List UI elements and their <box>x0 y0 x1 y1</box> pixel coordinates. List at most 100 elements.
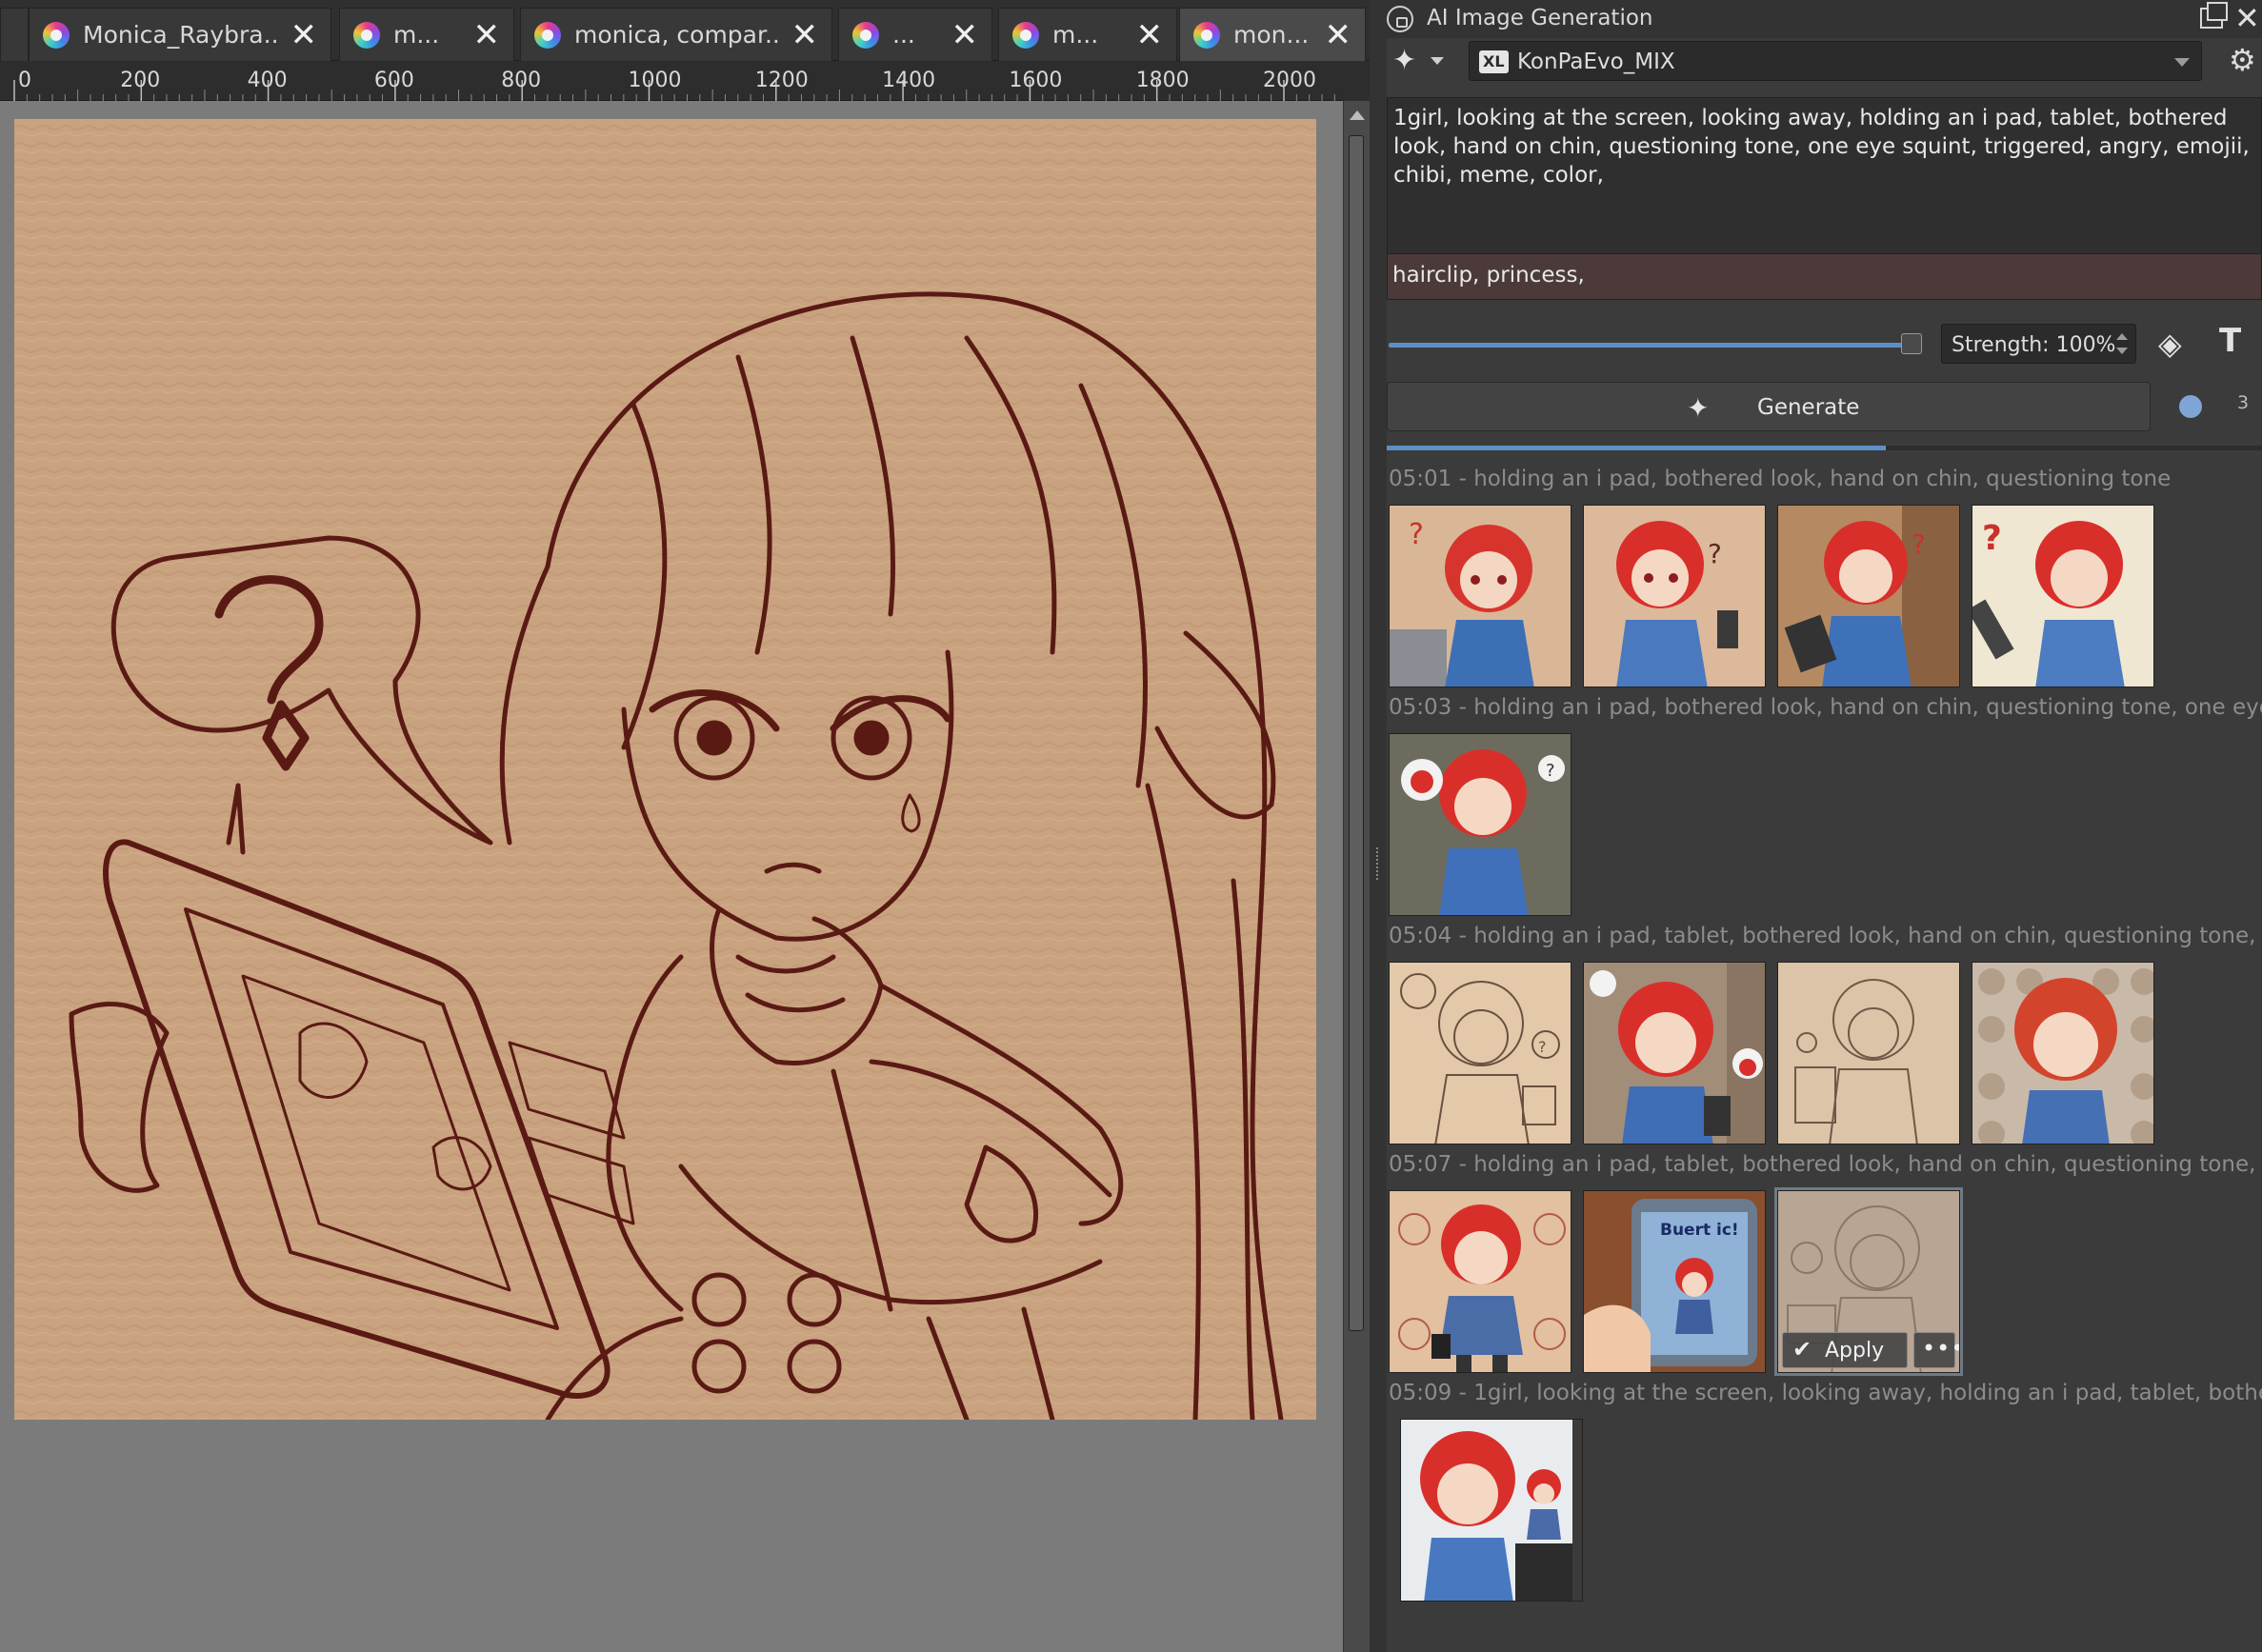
document-tab-1[interactable]: Monica_Raybra... ✕ <box>29 8 331 61</box>
lineart-illustration <box>14 119 1316 1420</box>
tab-label: mon... <box>1233 21 1310 49</box>
history-group-label: 05:01 - holding an i pad, bothered look,… <box>1389 467 2172 491</box>
svg-text:?: ? <box>1708 538 1722 569</box>
ruler-label: 600 <box>374 69 414 92</box>
splitter-grip[interactable] <box>1376 847 1380 880</box>
close-icon[interactable]: ✕ <box>290 19 318 51</box>
generated-image <box>1778 963 1959 1144</box>
krita-window: Monica_Raybra... ✕ m... ✕ monica, compar… <box>0 0 2262 1652</box>
history-thumbnail[interactable]: ? <box>1583 505 1766 687</box>
strength-slider-handle[interactable] <box>1901 333 1922 354</box>
magic-wand-icon: ✦ <box>1687 392 1710 424</box>
negative-prompt-input[interactable]: hairclip, princess, <box>1387 254 2262 300</box>
prompt-input[interactable]: 1girl, looking at the screen, looking aw… <box>1387 97 2262 254</box>
svg-text:?: ? <box>1409 518 1424 551</box>
generated-image: ? <box>1584 506 1765 687</box>
model-name: KonPaEvo_MIX <box>1517 50 1675 74</box>
document-tab-3[interactable]: monica, compar... ✕ <box>520 8 832 61</box>
svg-text:?: ? <box>1546 761 1555 781</box>
chevron-down-icon <box>2174 58 2190 67</box>
generate-button[interactable]: ✦ Generate <box>1387 382 2151 431</box>
svg-text:?: ? <box>1982 519 2002 558</box>
svg-text:?: ? <box>1912 528 1926 560</box>
generated-image: ? <box>1390 734 1571 915</box>
close-docker-icon[interactable]: ✕ <box>2234 0 2260 36</box>
checkmark-icon: ✔ <box>1792 1336 1812 1363</box>
krita-icon <box>1012 21 1039 49</box>
history-thumbnail[interactable]: ? <box>1389 733 1571 916</box>
queue-count[interactable]: 3 <box>2237 392 2249 413</box>
document-tab-6-active[interactable]: mon... ✕ <box>1179 8 1366 61</box>
history-thumbnail[interactable] <box>1583 962 1766 1144</box>
tab-label: ... <box>892 21 915 49</box>
document-area: Monica_Raybra... ✕ m... ✕ monica, compar… <box>0 0 1370 1652</box>
tab-label: monica, compar... <box>574 21 778 49</box>
history-thumbnail[interactable] <box>1400 1419 1583 1602</box>
scrollbar-thumb[interactable] <box>1349 135 1364 1331</box>
docker-title: AI Image Generation <box>1427 6 1653 30</box>
canvas-artwork[interactable] <box>14 119 1316 1420</box>
generation-progress <box>1387 446 2262 450</box>
close-icon[interactable]: ✕ <box>1325 19 1352 51</box>
spin-up-icon[interactable] <box>2116 333 2128 340</box>
scroll-up-arrow[interactable] <box>1350 110 1365 120</box>
document-tab-bar: Monica_Raybra... ✕ m... ✕ monica, compar… <box>0 0 1370 61</box>
close-icon[interactable]: ✕ <box>791 19 819 51</box>
vertical-scrollbar[interactable] <box>1343 101 1370 1652</box>
lock-icon[interactable] <box>1387 6 1413 32</box>
close-icon[interactable]: ✕ <box>1136 19 1164 51</box>
apply-button[interactable]: ✔ Apply <box>1782 1332 1908 1368</box>
history-thumbnail[interactable]: Buert ic! <box>1583 1190 1766 1373</box>
strength-slider-track[interactable] <box>1389 343 1911 348</box>
ruler-label: 1400 <box>882 69 935 92</box>
generate-label: Generate <box>1757 395 1860 420</box>
xl-badge: XL <box>1479 50 1509 73</box>
ruler-label: 0 <box>18 69 31 92</box>
krita-icon <box>43 21 70 49</box>
text-overlay-icon[interactable]: T <box>2219 322 2241 360</box>
ruler-label: 1800 <box>1136 69 1190 92</box>
history-thumbnail[interactable]: ? <box>1389 505 1571 687</box>
close-icon[interactable]: ✕ <box>951 19 979 51</box>
krita-icon <box>353 21 380 49</box>
negative-prompt-text: hairclip, princess, <box>1392 263 1585 288</box>
generated-image <box>1390 1191 1571 1372</box>
ruler-label: 1200 <box>755 69 809 92</box>
gear-icon[interactable]: ⚙ <box>2229 42 2256 78</box>
close-icon[interactable]: ✕ <box>473 19 501 51</box>
history-thumbnail[interactable]: ? <box>1389 962 1571 1144</box>
ruler-label: 1000 <box>629 69 682 92</box>
progress-fill <box>1387 446 1886 450</box>
document-tab-4[interactable]: ... ✕ <box>838 8 992 61</box>
spin-down-icon[interactable] <box>2116 348 2128 354</box>
layers-add-icon[interactable]: ◈ <box>2158 326 2182 362</box>
document-tab-5[interactable]: m... ✕ <box>998 8 1177 61</box>
phone-screen-text: Buert ic! <box>1660 1221 1739 1240</box>
history-thumbnail[interactable] <box>1777 962 1960 1144</box>
history-thumbnail[interactable] <box>1972 962 2154 1144</box>
generated-image: ? <box>1778 506 1959 687</box>
horizontal-ruler: 0 200 400 600 800 1000 1200 1400 1600 1800 2000 <box>0 61 1343 101</box>
document-tab-2[interactable]: m... ✕ <box>339 8 514 61</box>
generated-image <box>1584 963 1765 1144</box>
history-list: 05:01 - holding an i pad, bothered look,… <box>1387 457 2262 1652</box>
float-docker-icon[interactable] <box>2200 2 2228 29</box>
panel-splitter[interactable] <box>1370 0 1387 1652</box>
history-group-label: 05:07 - holding an i pad, tablet, bother… <box>1389 1152 2262 1177</box>
krita-icon <box>534 21 561 49</box>
magic-wand-icon[interactable]: ✦ <box>1392 44 1416 77</box>
more-options-button[interactable]: ••• <box>1913 1332 1959 1368</box>
generate-row: ✦ Generate 3 <box>1387 379 2262 434</box>
history-thumbnail[interactable]: ? <box>1777 505 1960 687</box>
chevron-down-icon[interactable] <box>1431 57 1444 65</box>
svg-text:?: ? <box>1538 1038 1547 1056</box>
strength-spinbox[interactable]: Strength: 100% <box>1941 324 2136 364</box>
generated-image <box>1972 963 2153 1144</box>
history-thumbnail[interactable] <box>1389 1190 1571 1373</box>
model-select[interactable]: XL KonPaEvo_MIX <box>1469 41 2202 81</box>
status-indicator-icon[interactable] <box>2179 395 2202 418</box>
history-thumbnail-selected[interactable]: ✔ Apply ••• <box>1774 1187 1963 1376</box>
strength-row: Strength: 100% ◈ T <box>1387 320 2262 369</box>
history-thumbnail[interactable]: ? <box>1972 505 2154 687</box>
generated-image: Buert ic! <box>1584 1191 1765 1372</box>
